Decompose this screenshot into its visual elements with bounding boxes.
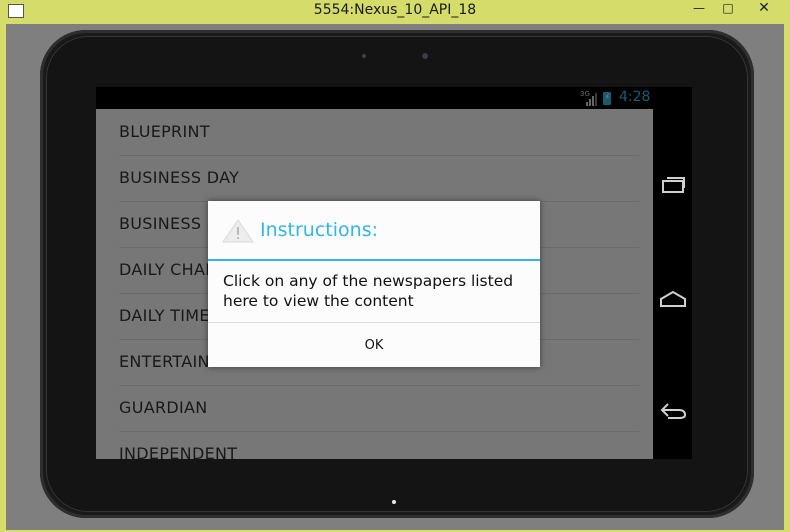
light-sensor xyxy=(362,54,366,58)
window-titlebar: 5554:Nexus_10_API_18 — □ ✕ xyxy=(0,0,790,24)
warning-icon xyxy=(222,219,254,243)
navigation-bar xyxy=(653,87,692,459)
minimize-button[interactable]: — xyxy=(686,0,712,18)
window-title: 5554:Nexus_10_API_18 xyxy=(313,2,477,18)
device-screen: BLUEPRINT BUSINESS DAY BUSINESS HALLMARK… xyxy=(96,87,692,459)
tablet-device-frame: BLUEPRINT BUSINESS DAY BUSINESS HALLMARK… xyxy=(40,30,754,518)
dialog-message: Click on any of the newspapers listed he… xyxy=(223,272,514,310)
recent-apps-icon[interactable] xyxy=(659,175,687,195)
close-window-button[interactable]: ✕ xyxy=(742,0,786,18)
maximize-button[interactable]: □ xyxy=(716,0,740,18)
ok-button[interactable]: OK xyxy=(208,323,540,367)
notification-led xyxy=(392,500,396,504)
back-icon[interactable] xyxy=(659,401,687,421)
home-icon[interactable] xyxy=(659,289,687,309)
instructions-dialog: Instructions: Click on any of the newspa… xyxy=(208,201,540,367)
emulator-client-area: BLUEPRINT BUSINESS DAY BUSINESS HALLMARK… xyxy=(6,24,784,530)
dialog-title-divider xyxy=(208,259,540,261)
dialog-title: Instructions: xyxy=(260,219,378,241)
front-camera xyxy=(422,53,428,59)
